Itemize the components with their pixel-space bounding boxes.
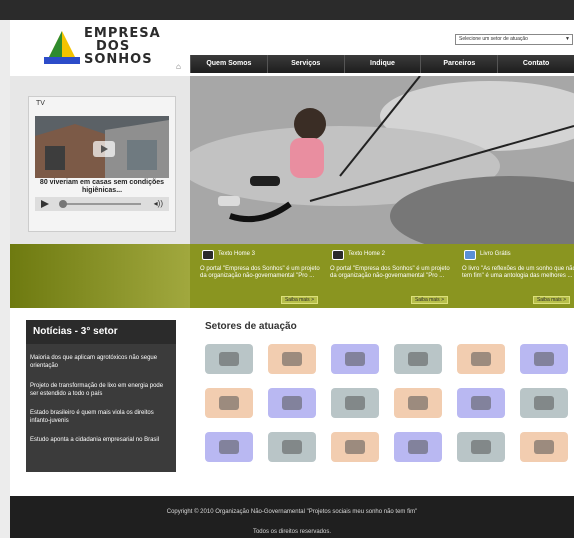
home-card-3: Livro Grátis O livro "As reflexões de um… (456, 248, 574, 306)
site-logo[interactable]: EMPRESA DOS SONHOS (42, 27, 182, 71)
video-controls: ◂)) (35, 197, 169, 211)
footer: Copyright © 2010 Organização Não-Governa… (10, 496, 574, 538)
hero-swing-photo (190, 76, 574, 244)
tv-label: TV (36, 100, 45, 107)
factory-icon[interactable] (331, 432, 379, 462)
book-icon (464, 250, 476, 260)
video-progress-handle[interactable] (59, 200, 67, 208)
tv-widget: TV 80 viveriam em casas sem condições hi… (28, 96, 176, 232)
wallet-card-icon[interactable] (268, 432, 316, 462)
logo-line3: SONHOS (84, 52, 153, 67)
pills-icon[interactable] (205, 388, 253, 418)
logo-wordmark: EMPRESA DOS SONHOS (84, 27, 161, 66)
telephone-icon[interactable] (394, 432, 442, 462)
video-progress-track[interactable] (63, 203, 141, 205)
nav-parceiros[interactable]: Parceiros (420, 55, 498, 73)
main-nav: Quem Somos Serviços Indique Parceiros Co… (190, 55, 574, 73)
home-card-text: O portal "Empresa dos Sonhos" é um proje… (330, 266, 450, 279)
left-edge (0, 20, 10, 538)
home-card-text: O livro "As reflexões de um sonho que nã… (462, 266, 574, 279)
tv-video-screen[interactable] (35, 116, 169, 178)
home-card-2: Texto Home 2 O portal "Empresa dos Sonho… (324, 248, 452, 306)
lightbulb-icon[interactable] (520, 344, 568, 374)
tv-icon[interactable] (457, 344, 505, 374)
nav-servicos[interactable]: Serviços (266, 55, 344, 73)
top-bar (0, 0, 574, 20)
document-icon (332, 250, 344, 260)
chevron-down-icon: ▼ (565, 36, 570, 42)
news-item[interactable]: Estado brasileiro é quem mais viola os d… (30, 409, 172, 425)
hero-image (190, 76, 574, 244)
sector-select-value: Selecione um setor de atuação (459, 36, 528, 42)
nav-indique[interactable]: Indique (343, 55, 421, 73)
shopping-cart-icon[interactable] (205, 344, 253, 374)
footer-rights: Todos os direitos reservados. (252, 529, 332, 535)
gift-box-icon[interactable] (394, 344, 442, 374)
tv-caption: 80 viveriam em casas sem condições higiê… (39, 179, 165, 194)
recycle-icon[interactable] (457, 388, 505, 418)
logo-mark-icon (44, 31, 80, 64)
cargo-ship-icon[interactable] (394, 388, 442, 418)
saiba-mais-button[interactable]: Saiba mais > (410, 296, 448, 304)
sectors-title: Setores de atuação (205, 321, 297, 332)
saiba-mais-button[interactable]: Saiba mais > (532, 296, 570, 304)
news-item[interactable]: Estudo aponta a cidadania empresarial no… (30, 436, 172, 444)
home-card-1: Texto Home 3 O portal "Empresa dos Sonho… (194, 248, 322, 306)
volume-icon[interactable]: ◂)) (154, 199, 163, 208)
airplane-icon[interactable] (520, 432, 568, 462)
home-icon[interactable]: ⌂ (176, 62, 181, 71)
play-icon[interactable] (41, 200, 49, 208)
home-card-title[interactable]: Texto Home 2 (348, 251, 385, 257)
car-icon[interactable] (268, 344, 316, 374)
sector-select[interactable]: Selecione um setor de atuação ▼ (455, 34, 573, 45)
home-card-title[interactable]: Texto Home 3 (218, 251, 255, 257)
safe-icon[interactable] (205, 432, 253, 462)
footer-copyright: Copyright © 2010 Organização Não-Governa… (166, 509, 418, 515)
page: EMPRESA DOS SONHOS ⌂ Selecione um setor … (0, 0, 574, 538)
saiba-mais-button[interactable]: Saiba mais > (280, 296, 318, 304)
nav-contato[interactable]: Contato (497, 55, 574, 73)
news-panel: Notícias - 3° setor Maioria dos que apli… (26, 320, 176, 472)
featured-strip-left (10, 244, 190, 308)
bricks-icon[interactable] (268, 388, 316, 418)
video-play-icon[interactable] (93, 141, 115, 157)
globe-network-icon[interactable] (331, 344, 379, 374)
nav-quem-somos[interactable]: Quem Somos (190, 55, 267, 73)
news-title: Notícias - 3° setor (26, 320, 176, 344)
chart-icon[interactable] (520, 388, 568, 418)
home-card-text: O portal "Empresa dos Sonhos" é um proje… (200, 266, 320, 279)
home-card-title[interactable]: Livro Grátis (480, 251, 511, 257)
document-icon (202, 250, 214, 260)
news-item[interactable]: Projeto de transformação de lixo em ener… (30, 382, 172, 398)
battery-icon[interactable] (331, 388, 379, 418)
sectors-section: Setores de atuação (198, 314, 574, 478)
news-item[interactable]: Maioria dos que aplicam agrotóxicos não … (30, 354, 172, 370)
jacket-icon[interactable] (457, 432, 505, 462)
